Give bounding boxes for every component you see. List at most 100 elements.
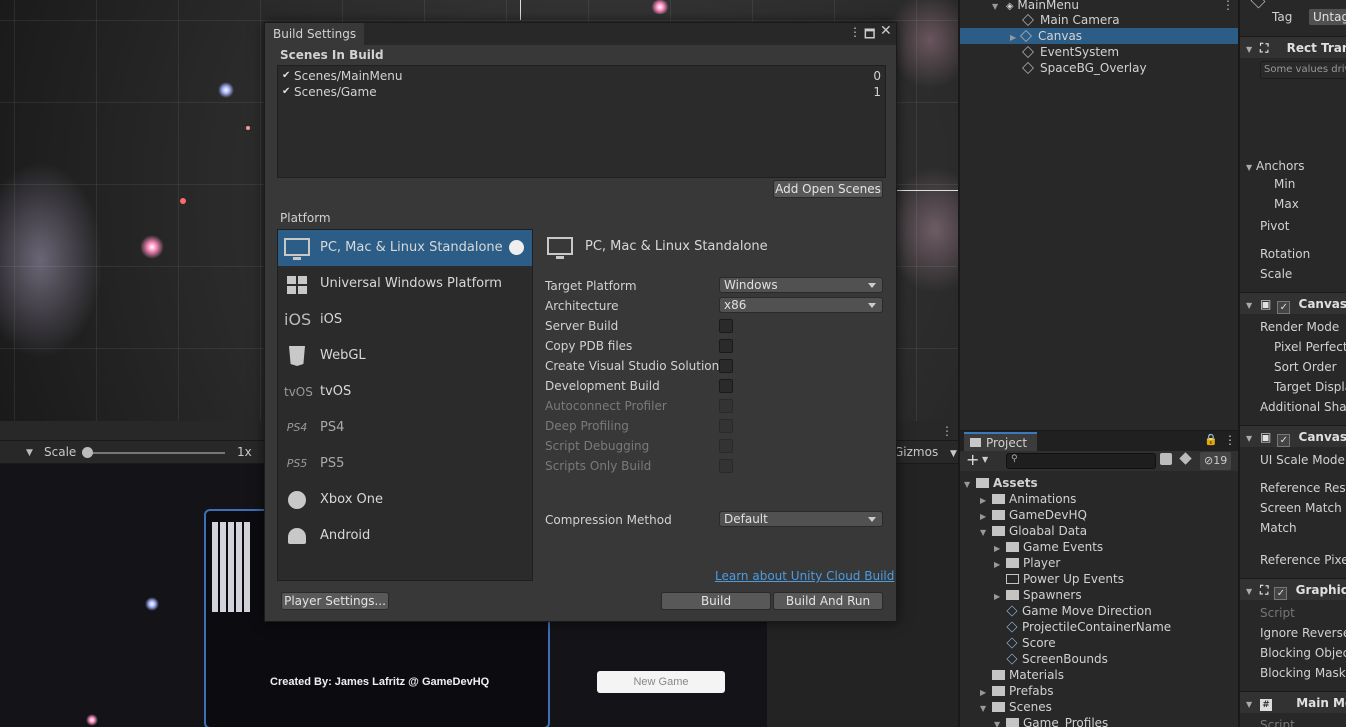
expand-arrow-icon[interactable]: ▼ — [994, 717, 1006, 727]
hierarchy-item-eventsystem[interactable]: EventSystem — [960, 44, 1238, 60]
server-build-checkbox[interactable] — [719, 319, 733, 333]
tree-item-materials[interactable]: Materials — [992, 667, 1064, 683]
hierarchy-item-main-camera[interactable]: Main Camera — [960, 12, 1238, 28]
expand-arrow-icon[interactable]: ▼ — [980, 525, 992, 541]
tree-item-animations[interactable]: ▶ Animations — [980, 491, 1076, 507]
more-options-icon[interactable]: ⋮ — [1224, 433, 1236, 447]
expand-arrow-icon[interactable]: ▼ — [1246, 163, 1252, 172]
tag-dropdown[interactable]: Untagged — [1308, 8, 1346, 26]
expand-arrow-icon[interactable]: ▼ — [1246, 295, 1256, 317]
cloud-build-link[interactable]: Learn about Unity Cloud Build — [715, 569, 894, 583]
anchors-label: Anchors — [1255, 159, 1305, 173]
scene-include-checkbox[interactable]: ✔ — [282, 68, 290, 84]
architecture-dropdown[interactable]: x86 — [719, 297, 883, 313]
tree-item-screen-bounds[interactable]: ScreenBounds — [1006, 651, 1108, 667]
platform-item-xbox-one[interactable]: Xbox One — [278, 482, 532, 518]
window-titlebar[interactable]: Build Settings ⋮ 🗖 ✕ — [265, 23, 896, 45]
scale-slider-handle[interactable] — [82, 447, 93, 458]
tree-item-player[interactable]: ▶ Player — [994, 555, 1060, 571]
add-icon[interactable]: + — [966, 450, 979, 469]
chevron-down-icon[interactable]: ▼ — [982, 455, 988, 464]
hidden-packages-toggle[interactable]: ⊘19 — [1200, 452, 1232, 470]
scene-row[interactable]: ✔ Scenes/Game 1 — [278, 84, 885, 100]
build-and-run-button[interactable]: Build And Run — [773, 592, 883, 610]
more-options-icon[interactable]: ⋮ — [941, 424, 953, 438]
tree-item-game-profiles[interactable]: ▼ Game_Profiles — [994, 715, 1108, 727]
tree-item-scenes[interactable]: ▼ Scenes — [980, 699, 1052, 715]
platform-item-standalone[interactable]: PC, Mac & Linux Standalone — [278, 230, 532, 266]
hierarchy-item-spacebg-overlay[interactable]: SpaceBG_Overlay — [960, 60, 1238, 76]
display-dropdown-icon[interactable]: ▼ — [26, 448, 33, 458]
platform-item-ps4[interactable]: PS4 PS4 — [278, 410, 532, 446]
filter-by-type-icon[interactable] — [1160, 453, 1172, 465]
player-settings-button[interactable]: Player Settings... — [281, 592, 389, 610]
more-options-icon[interactable]: ⋮ — [1222, 0, 1234, 12]
platform-item-uwp[interactable]: Universal Windows Platform — [278, 266, 532, 302]
tree-item-game-events[interactable]: ▶ Game Events — [994, 539, 1103, 555]
development-build-checkbox[interactable] — [719, 379, 733, 393]
maximize-icon[interactable]: 🗖 — [864, 25, 875, 46]
target-platform-dropdown[interactable]: Windows — [719, 277, 883, 293]
ignore-reversed-label: Ignore Reversed Graphics — [1260, 626, 1346, 640]
platform-item-ios[interactable]: iOS iOS — [278, 302, 532, 338]
scene-row[interactable]: ✔ Scenes/MainMenu 0 — [278, 68, 885, 84]
platform-item-ps5[interactable]: PS5 PS5 — [278, 446, 532, 482]
new-game-button[interactable]: New Game — [597, 671, 725, 693]
tree-item-label: Assets — [993, 476, 1038, 490]
tree-item-assets[interactable]: ▼ Assets — [964, 475, 1038, 491]
copy-pdb-checkbox[interactable] — [719, 339, 733, 353]
tvos-icon: tvOS — [284, 385, 313, 399]
tree-item-projectile-container-name[interactable]: ProjectileContainerName — [1006, 619, 1171, 635]
expand-arrow-icon[interactable]: ▼ — [1246, 39, 1256, 61]
expand-arrow-icon[interactable]: ▼ — [1246, 694, 1256, 716]
platform-item-android[interactable]: Android — [278, 518, 532, 554]
tree-item-gloabal-data[interactable]: ▼ Gloabal Data — [980, 523, 1087, 539]
close-icon[interactable]: ✕ — [880, 23, 892, 39]
tree-item-gamedevhq[interactable]: ▶ GameDevHQ — [980, 507, 1087, 523]
tree-item-prefabs[interactable]: ▶ Prefabs — [980, 683, 1054, 699]
tab-project[interactable]: Project — [964, 432, 1038, 451]
tree-item-score[interactable]: Score — [1006, 635, 1056, 651]
platform-item-webgl[interactable]: WebGL — [278, 338, 532, 374]
lock-icon[interactable]: 🔒 — [1204, 433, 1218, 446]
platform-list[interactable]: PC, Mac & Linux Standalone Universal Win… — [277, 229, 533, 581]
scene-include-checkbox[interactable]: ✔ — [282, 84, 290, 100]
enable-checkbox[interactable]: ✓ — [1274, 587, 1288, 600]
hierarchy-item-canvas[interactable]: ▶ Canvas — [960, 28, 1238, 44]
folder-icon — [992, 670, 1005, 680]
hidden-count: 19 — [1213, 454, 1228, 467]
build-button[interactable]: Build — [661, 592, 771, 610]
create-vs-solution-checkbox[interactable] — [719, 359, 733, 373]
canvas-icon: ▣ — [1260, 297, 1272, 311]
add-open-scenes-button[interactable]: Add Open Scenes — [773, 180, 883, 198]
filter-by-label-icon[interactable] — [1179, 452, 1192, 465]
compression-method-dropdown[interactable]: Default — [719, 511, 883, 527]
component-header-rect-transform[interactable]: ▼ ⛶ Rect Transform — [1240, 36, 1346, 58]
scale-slider-track[interactable] — [85, 452, 225, 454]
enable-checkbox[interactable]: ✓ — [1277, 434, 1291, 447]
platform-item-tvos[interactable]: tvOS tvOS — [278, 374, 532, 410]
platform-label: PC, Mac & Linux Standalone — [320, 240, 503, 255]
search-input[interactable]: ⚲ — [1006, 453, 1156, 469]
scenes-in-build-list[interactable]: ✔ Scenes/MainMenu 0 ✔ Scenes/Game 1 — [277, 65, 886, 178]
more-options-icon[interactable]: ⋮ — [849, 25, 861, 39]
expand-arrow-icon[interactable]: ▼ — [1246, 581, 1256, 603]
component-header-canvas[interactable]: ▼ ▣ ✓ Canvas — [1240, 292, 1346, 314]
expand-arrow-icon[interactable]: ▼ — [980, 701, 992, 717]
expand-arrow-icon[interactable]: ▼ — [1246, 428, 1256, 450]
tree-item-spawners[interactable]: ▶ Spawners — [994, 587, 1082, 603]
window-title[interactable]: Build Settings — [265, 23, 365, 45]
hierarchy-item-label: SpaceBG_Overlay — [1040, 61, 1147, 75]
tree-item-game-move-direction[interactable]: Game Move Direction — [1006, 603, 1152, 619]
gizmos-dropdown[interactable]: Gizmos ▼ — [894, 445, 957, 459]
expand-arrow-icon[interactable]: ▼ — [964, 477, 976, 493]
anchors-foldout[interactable]: ▼ Anchors — [1246, 157, 1305, 175]
component-header-main-menu[interactable]: ▼ # Main Menu — [1240, 691, 1346, 713]
expand-arrow-icon[interactable]: ▶ — [994, 557, 1006, 573]
expand-arrow-icon[interactable]: ▶ — [994, 589, 1006, 605]
enable-checkbox[interactable]: ✓ — [1277, 301, 1291, 314]
tree-item-label: Game_Profiles — [1023, 716, 1109, 727]
tree-item-power-up-events[interactable]: Power Up Events — [1006, 571, 1124, 587]
component-header-graphic-raycaster[interactable]: ▼ ⛶ ✓ Graphic Raycaster — [1240, 578, 1346, 600]
component-header-canvas-scaler[interactable]: ▼ ▣ ✓ Canvas — [1240, 425, 1346, 447]
